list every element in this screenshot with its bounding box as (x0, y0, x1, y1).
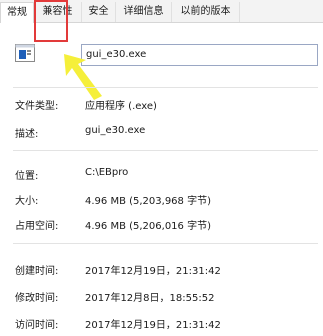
location-value: C:\EBpro (85, 167, 129, 178)
tab-details[interactable]: 详细信息 (116, 2, 172, 22)
size-value: 4.96 MB (5,203,968 字节) (85, 196, 211, 207)
file-type-value: 应用程序 (.exe) (85, 101, 157, 112)
file-name-input[interactable]: gui_e30.exe (81, 44, 318, 66)
created-value: 2017年12月19日，21:31:42 (85, 266, 221, 277)
modified-label: 修改时间: (15, 293, 59, 304)
yellow-arrow-annotation (64, 54, 102, 100)
size-on-disk-label: 占用空间: (15, 221, 59, 232)
file-type-label: 文件类型: (15, 101, 59, 112)
location-label: 位置: (15, 171, 39, 182)
modified-value: 2017年12月8日，18:55:52 (85, 293, 215, 304)
description-label: 描述: (15, 129, 39, 140)
size-label: 大小: (15, 196, 39, 207)
tab-previous-versions[interactable]: 以前的版本 (172, 2, 240, 22)
tab-general[interactable]: 常规 (0, 2, 34, 23)
created-label: 创建时间: (15, 266, 59, 277)
divider (13, 150, 318, 151)
size-on-disk-value: 4.96 MB (5,206,016 字节) (85, 221, 211, 232)
divider (13, 87, 318, 88)
divider (13, 243, 318, 244)
description-value: gui_e30.exe (85, 125, 146, 136)
accessed-value: 2017年12月19日，21:31:42 (85, 320, 221, 331)
tab-security[interactable]: 安全 (82, 2, 116, 22)
exe-file-icon (15, 44, 35, 62)
highlight-annotation-box (34, 0, 68, 42)
accessed-label: 访问时间: (15, 320, 59, 331)
